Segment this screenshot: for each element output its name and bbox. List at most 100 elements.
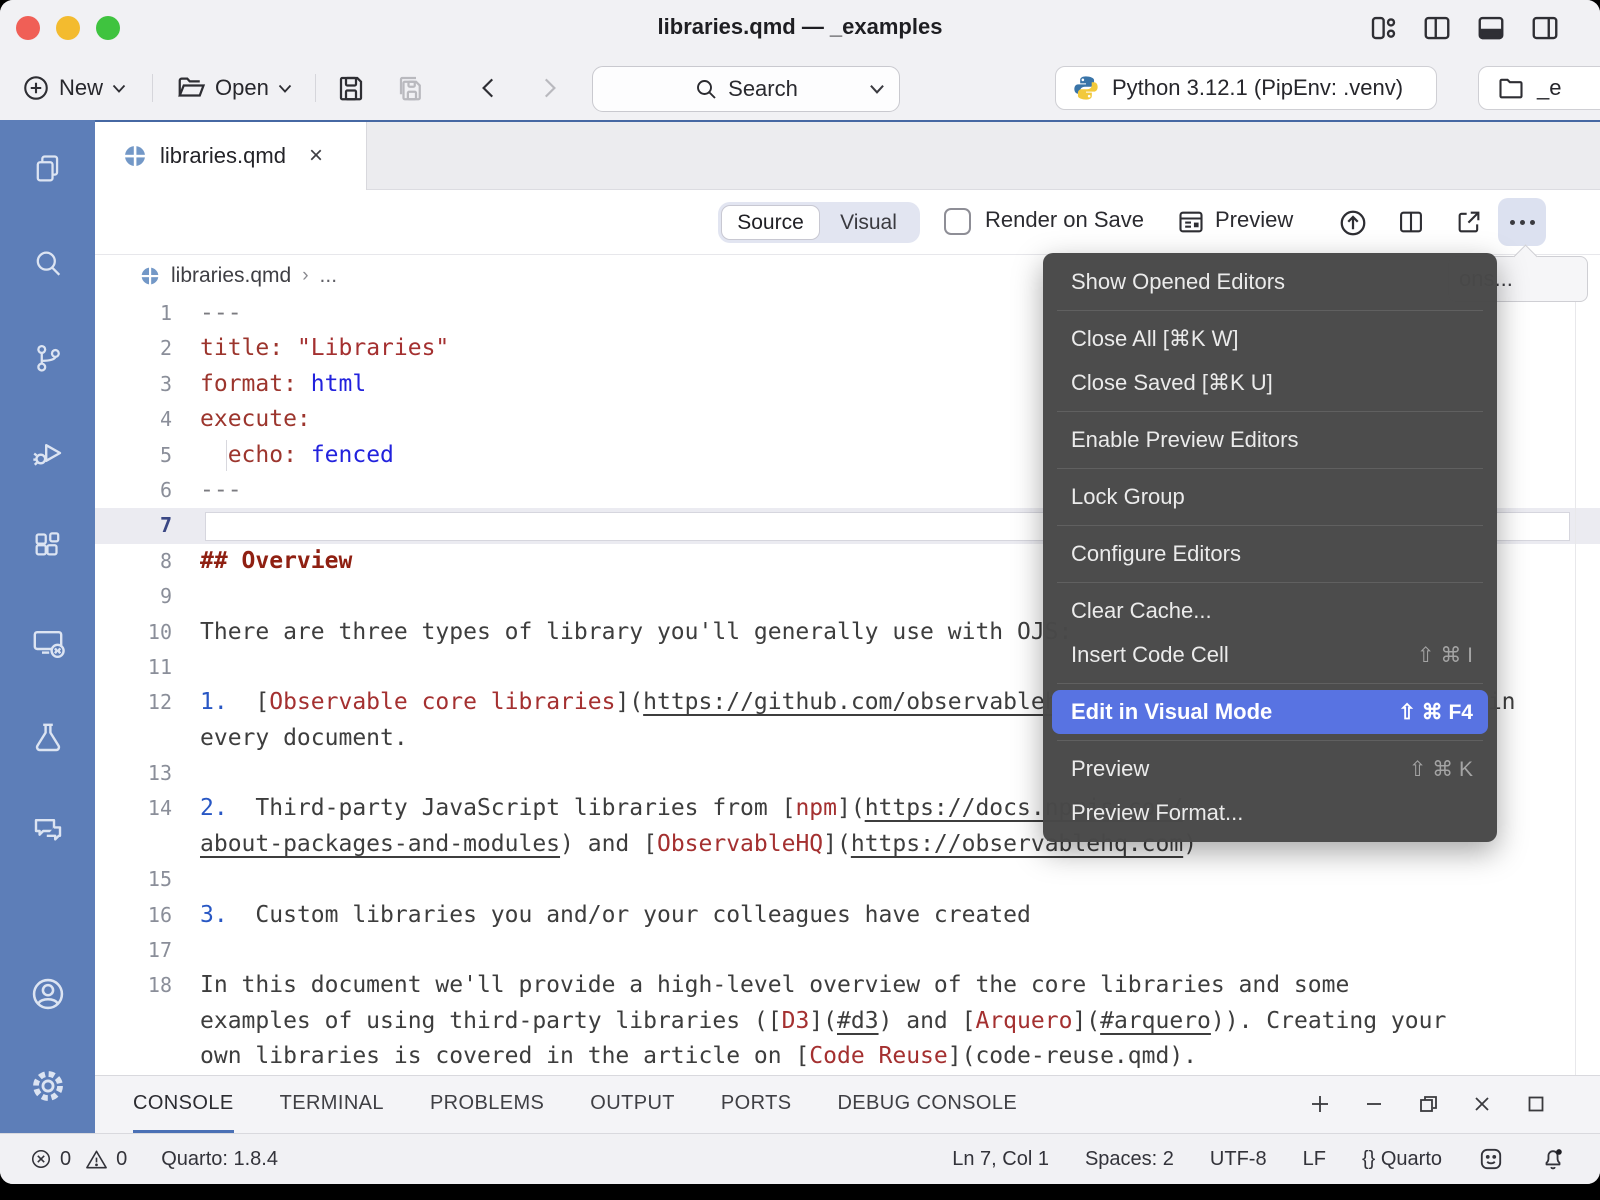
line-number[interactable]: 8 bbox=[95, 544, 200, 579]
restore-panel-icon[interactable] bbox=[1416, 1092, 1440, 1116]
settings-gear-icon[interactable] bbox=[29, 1067, 67, 1105]
line-number[interactable] bbox=[95, 1039, 200, 1074]
customize-layout-icon[interactable] bbox=[1368, 13, 1398, 43]
search-sidebar-icon[interactable] bbox=[31, 247, 65, 281]
line-number[interactable]: 5 bbox=[95, 438, 200, 473]
interpreter-selector[interactable]: Python 3.12.1 (PipEnv: .venv) bbox=[1055, 66, 1437, 110]
line-number[interactable] bbox=[95, 721, 200, 756]
menu-item-close-all-k-w[interactable]: Close All [⌘K W] bbox=[1043, 317, 1497, 361]
line-number[interactable]: 10 bbox=[95, 615, 200, 650]
close-panel-icon[interactable] bbox=[1470, 1092, 1494, 1116]
language-mode-status[interactable]: {} Quarto bbox=[1362, 1148, 1442, 1171]
encoding-status[interactable]: UTF-8 bbox=[1210, 1148, 1267, 1171]
panel-tab-problems[interactable]: PROBLEMS bbox=[430, 1076, 544, 1133]
new-console-plus-icon[interactable] bbox=[1308, 1092, 1332, 1116]
line-number[interactable] bbox=[95, 1004, 200, 1039]
line-content[interactable]: own libraries is covered in the article … bbox=[200, 1039, 1600, 1074]
menu-item-clear-cache[interactable]: Clear Cache... bbox=[1043, 589, 1497, 633]
panel-tab-debug-console[interactable]: DEBUG CONSOLE bbox=[837, 1076, 1017, 1133]
notifications-bell-icon[interactable] bbox=[1540, 1146, 1566, 1172]
line-number[interactable]: 3 bbox=[95, 367, 200, 402]
menu-item-edit-in-visual-mode[interactable]: Edit in Visual Mode⇧ ⌘ F4 bbox=[1052, 690, 1488, 734]
line-number[interactable]: 7 bbox=[95, 508, 200, 543]
toggle-secondary-sidebar-icon[interactable] bbox=[1530, 13, 1560, 43]
save-all-button[interactable] bbox=[396, 56, 426, 120]
breadcrumb-more[interactable]: ... bbox=[320, 264, 338, 288]
minimize-panel-icon[interactable] bbox=[1362, 1092, 1386, 1116]
line-number[interactable]: 13 bbox=[95, 756, 200, 791]
new-button[interactable]: New bbox=[22, 56, 126, 120]
menu-item-lock-group[interactable]: Lock Group bbox=[1043, 475, 1497, 519]
testing-icon[interactable] bbox=[30, 720, 66, 756]
line-content[interactable] bbox=[200, 933, 1600, 968]
close-tab-icon[interactable]: × bbox=[309, 142, 323, 170]
preview-label[interactable]: Preview bbox=[1215, 207, 1293, 233]
panel-tab-console[interactable]: CONSOLE bbox=[133, 1076, 234, 1133]
code-line[interactable]: 17 bbox=[95, 933, 1600, 968]
line-number[interactable]: 16 bbox=[95, 898, 200, 933]
line-number[interactable]: 12 bbox=[95, 685, 200, 720]
breadcrumb-file[interactable]: libraries.qmd bbox=[171, 264, 291, 288]
line-number[interactable]: 18 bbox=[95, 968, 200, 1003]
preview-report-icon[interactable] bbox=[1177, 208, 1205, 236]
menu-item-preview[interactable]: Preview⇧ ⌘ K bbox=[1043, 747, 1497, 791]
line-number[interactable]: 11 bbox=[95, 650, 200, 685]
explorer-icon[interactable] bbox=[31, 152, 65, 186]
extensions-icon[interactable] bbox=[31, 530, 65, 564]
feedback-smiley-icon[interactable] bbox=[1478, 1146, 1504, 1172]
line-number[interactable]: 17 bbox=[95, 933, 200, 968]
source-control-icon[interactable] bbox=[31, 341, 65, 375]
line-content[interactable]: 3. Custom libraries you and/or your coll… bbox=[200, 898, 1600, 933]
code-line[interactable]: 15 bbox=[95, 862, 1600, 897]
remote-explorer-icon[interactable] bbox=[30, 625, 66, 661]
menu-item-configure-editors[interactable]: Configure Editors bbox=[1043, 532, 1497, 576]
line-number[interactable]: 2 bbox=[95, 331, 200, 366]
tab-libraries-qmd[interactable]: libraries.qmd × bbox=[95, 122, 367, 190]
panel-tab-output[interactable]: OUTPUT bbox=[590, 1076, 675, 1133]
menu-item-close-saved-k-u[interactable]: Close Saved [⌘K U] bbox=[1043, 361, 1497, 405]
render-icon[interactable] bbox=[1338, 208, 1368, 238]
line-number[interactable]: 9 bbox=[95, 579, 200, 614]
panel-tab-ports[interactable]: PORTS bbox=[721, 1076, 792, 1133]
navigate-forward-button[interactable] bbox=[536, 56, 562, 120]
problems-status[interactable]: 0 0 bbox=[30, 1148, 127, 1171]
line-content[interactable] bbox=[200, 862, 1600, 897]
code-line[interactable]: examples of using third-party libraries … bbox=[95, 1004, 1600, 1039]
eol-status[interactable]: LF bbox=[1303, 1148, 1326, 1171]
line-number[interactable] bbox=[95, 827, 200, 862]
line-number[interactable]: 1 bbox=[95, 296, 200, 331]
open-button[interactable]: Open bbox=[176, 56, 292, 120]
code-line[interactable]: 18In this document we'll provide a high-… bbox=[95, 968, 1600, 1003]
split-editor-icon[interactable] bbox=[1397, 208, 1425, 236]
comments-icon[interactable] bbox=[30, 813, 66, 849]
run-debug-icon[interactable] bbox=[30, 435, 66, 471]
menu-item-show-opened-editors[interactable]: Show Opened Editors bbox=[1043, 260, 1497, 304]
line-content[interactable]: examples of using third-party libraries … bbox=[200, 1004, 1600, 1039]
line-number[interactable]: 6 bbox=[95, 473, 200, 508]
menu-item-preview-format[interactable]: Preview Format... bbox=[1043, 791, 1497, 835]
line-number[interactable]: 15 bbox=[95, 862, 200, 897]
project-button[interactable]: _e bbox=[1478, 66, 1600, 110]
navigate-back-button[interactable] bbox=[476, 56, 502, 120]
code-line[interactable]: 163. Custom libraries you and/or your co… bbox=[95, 898, 1600, 933]
quarto-version-status[interactable]: Quarto: 1.8.4 bbox=[161, 1148, 278, 1171]
source-mode-button[interactable]: Source bbox=[721, 205, 820, 240]
indentation-status[interactable]: Spaces: 2 bbox=[1085, 1148, 1174, 1171]
split-editor-layout-icon[interactable] bbox=[1422, 13, 1452, 43]
visual-mode-button[interactable]: Visual bbox=[820, 205, 917, 240]
account-icon[interactable] bbox=[29, 975, 67, 1013]
menu-item-insert-code-cell[interactable]: Insert Code Cell⇧ ⌘ I bbox=[1043, 633, 1497, 677]
save-button[interactable] bbox=[336, 56, 366, 120]
panel-tab-terminal[interactable]: TERMINAL bbox=[280, 1076, 384, 1133]
menu-item-enable-preview-editors[interactable]: Enable Preview Editors bbox=[1043, 418, 1497, 462]
line-content[interactable]: In this document we'll provide a high-le… bbox=[200, 968, 1600, 1003]
more-actions-button[interactable] bbox=[1498, 198, 1546, 246]
line-number[interactable]: 14 bbox=[95, 791, 200, 826]
render-on-save-checkbox[interactable] bbox=[944, 208, 971, 235]
search-input[interactable]: Search bbox=[592, 66, 900, 112]
maximize-panel-icon[interactable] bbox=[1524, 1092, 1548, 1116]
line-number[interactable]: 4 bbox=[95, 402, 200, 437]
toggle-panel-icon[interactable] bbox=[1476, 13, 1506, 43]
cursor-position-status[interactable]: Ln 7, Col 1 bbox=[952, 1148, 1049, 1171]
code-line[interactable]: own libraries is covered in the article … bbox=[95, 1039, 1600, 1074]
